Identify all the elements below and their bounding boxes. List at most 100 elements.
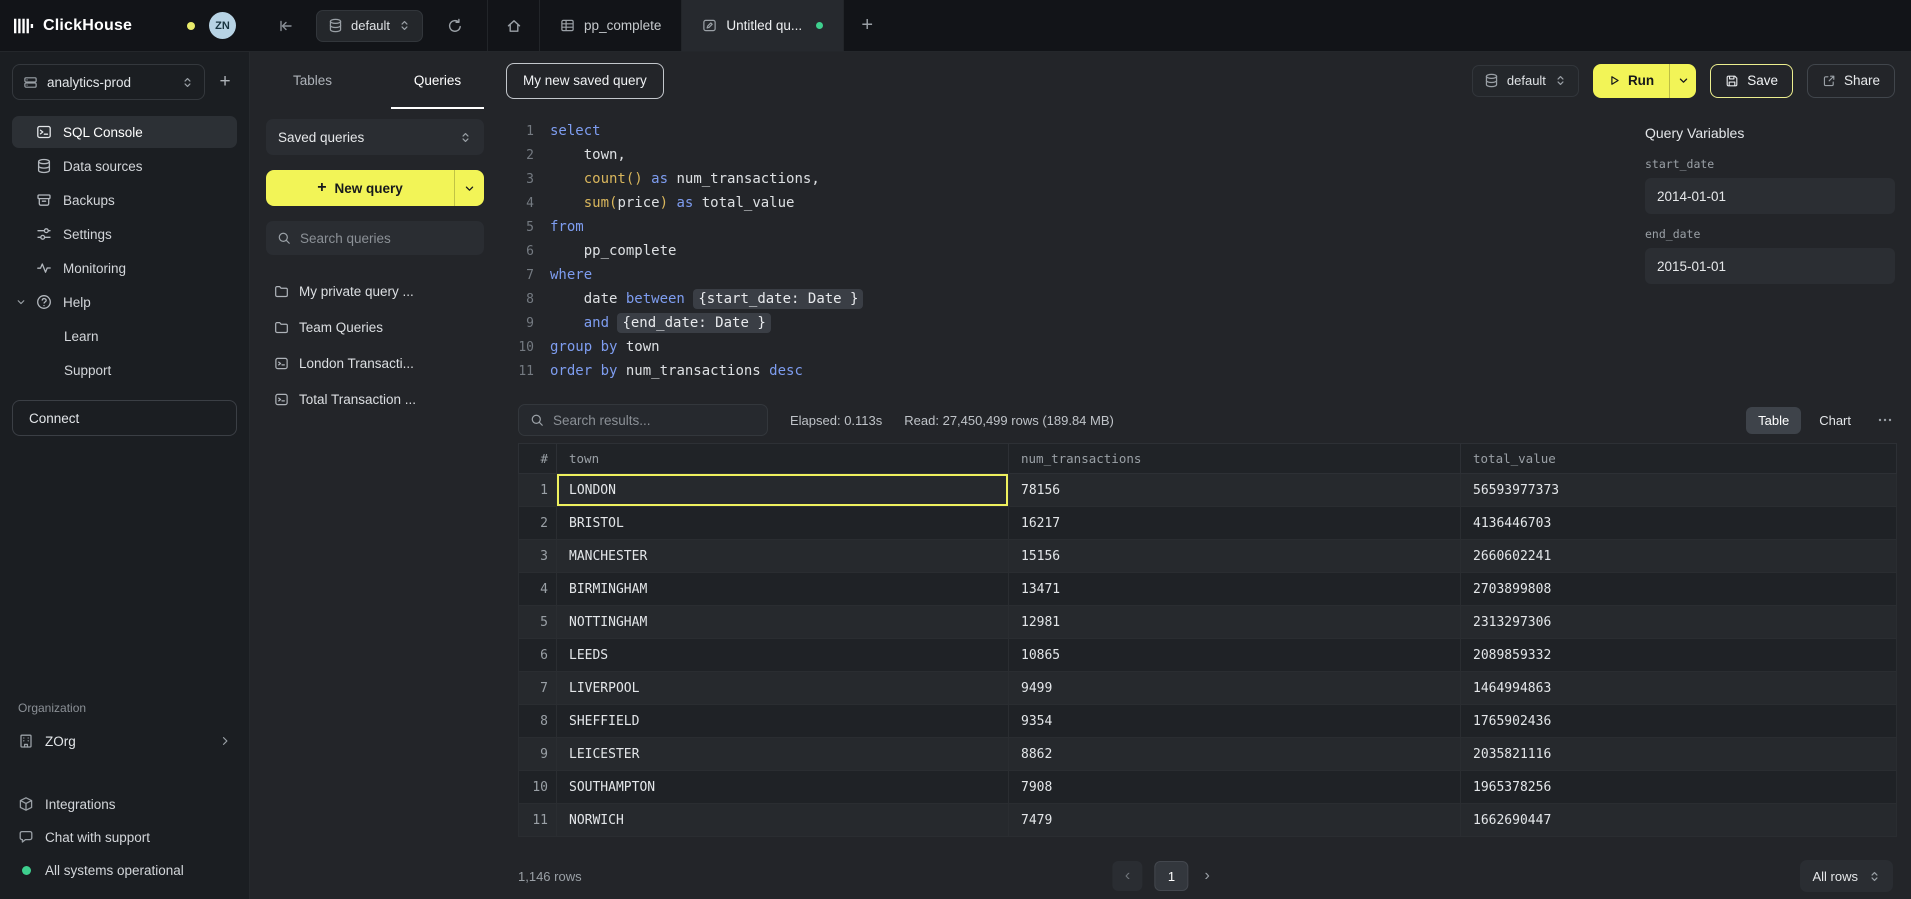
cell-num_transactions[interactable]: 7908 <box>1009 771 1461 804</box>
sidebar-item-monitoring[interactable]: Monitoring <box>12 252 237 284</box>
cell-num_transactions[interactable]: 7479 <box>1009 804 1461 837</box>
connect-button[interactable]: Connect <box>12 400 237 436</box>
cell-town[interactable]: BRISTOL <box>557 507 1009 540</box>
tab-queries[interactable]: Queries <box>375 52 500 109</box>
view-chart-button[interactable]: Chart <box>1807 407 1863 434</box>
list-item-query[interactable]: Total Transaction ... <box>266 382 484 416</box>
chevron-down-icon[interactable] <box>16 297 26 307</box>
run-options-button[interactable] <box>1669 64 1696 98</box>
cell-total_value[interactable]: 1464994863 <box>1461 672 1897 705</box>
view-table-button[interactable]: Table <box>1746 407 1801 434</box>
tab-pp-complete[interactable]: pp_complete <box>539 0 681 51</box>
cell-total_value[interactable]: 2313297306 <box>1461 606 1897 639</box>
cell-town[interactable]: LIVERPOOL <box>557 672 1009 705</box>
end-date-input[interactable] <box>1645 248 1895 284</box>
more-options-icon[interactable] <box>1877 412 1893 428</box>
list-item-query[interactable]: London Transacti... <box>266 346 484 380</box>
sidebar-item-sql-console[interactable]: SQL Console <box>12 116 237 148</box>
column-header-total-value[interactable]: total_value <box>1461 444 1897 474</box>
saved-queries-filter[interactable]: Saved queries <box>266 119 484 155</box>
cell-town[interactable]: LEEDS <box>557 639 1009 672</box>
list-item-folder[interactable]: My private query ... <box>266 274 484 308</box>
cell-num_transactions[interactable]: 15156 <box>1009 540 1461 573</box>
organization-selector[interactable]: ZOrg <box>12 725 237 757</box>
code-line[interactable]: 6 pp_complete <box>506 239 1629 263</box>
code-line[interactable]: 4 sum(price) as total_value <box>506 191 1629 215</box>
column-header-index[interactable]: # <box>519 444 557 474</box>
code-line[interactable]: 2 town, <box>506 143 1629 167</box>
code-line[interactable]: 9 and {end_date: Date } <box>506 311 1629 335</box>
cell-num_transactions[interactable]: 10865 <box>1009 639 1461 672</box>
code-line[interactable]: 3 count() as num_transactions, <box>506 167 1629 191</box>
cell-town[interactable]: NOTTINGHAM <box>557 606 1009 639</box>
cell-num_transactions[interactable]: 8862 <box>1009 738 1461 771</box>
save-button[interactable]: Save <box>1710 64 1793 98</box>
search-results-input[interactable] <box>553 413 756 428</box>
system-status[interactable]: All systems operational <box>12 855 237 885</box>
cell-num_transactions[interactable]: 16217 <box>1009 507 1461 540</box>
column-header-num-transactions[interactable]: num_transactions <box>1009 444 1461 474</box>
cell-town[interactable]: MANCHESTER <box>557 540 1009 573</box>
cell-total_value[interactable]: 1662690447 <box>1461 804 1897 837</box>
sidebar-item-integrations[interactable]: Integrations <box>12 789 237 819</box>
cell-total_value[interactable]: 2703899808 <box>1461 573 1897 606</box>
cell-num_transactions[interactable]: 78156 <box>1009 474 1461 507</box>
service-selector[interactable]: analytics-prod <box>12 64 205 100</box>
sidebar-item-chat-support[interactable]: Chat with support <box>12 822 237 852</box>
refresh-icon[interactable] <box>447 18 463 34</box>
cell-town[interactable]: BIRMINGHAM <box>557 573 1009 606</box>
next-page-button[interactable]: › <box>1200 867 1213 885</box>
cell-total_value[interactable]: 1765902436 <box>1461 705 1897 738</box>
query-title[interactable]: My new saved query <box>506 63 664 99</box>
search-results-box[interactable] <box>518 404 768 436</box>
database-selector[interactable]: default <box>316 10 423 42</box>
new-tab-button[interactable]: + <box>844 0 890 51</box>
code-line[interactable]: 1select <box>506 119 1629 143</box>
share-button[interactable]: Share <box>1807 64 1895 98</box>
code-line[interactable]: 11order by num_transactions desc <box>506 359 1629 383</box>
tab-untitled-query[interactable]: Untitled qu... <box>681 0 844 51</box>
run-button[interactable]: Run <box>1593 64 1669 98</box>
sidebar-item-data-sources[interactable]: Data sources <box>12 150 237 182</box>
add-service-button[interactable]: + <box>213 71 237 93</box>
new-query-options-button[interactable] <box>454 170 484 206</box>
cell-town[interactable]: LONDON <box>557 474 1009 507</box>
sidebar-item-support[interactable]: Support <box>12 354 237 386</box>
column-header-town[interactable]: town <box>557 444 1009 474</box>
sidebar-item-help[interactable]: Help <box>12 286 237 318</box>
cell-town[interactable]: LEICESTER <box>557 738 1009 771</box>
rows-filter-select[interactable]: All rows <box>1800 860 1893 892</box>
current-page[interactable]: 1 <box>1154 861 1188 891</box>
user-avatar[interactable]: ZN <box>209 12 236 39</box>
cell-num_transactions[interactable]: 13471 <box>1009 573 1461 606</box>
sidebar-item-backups[interactable]: Backups <box>12 184 237 216</box>
code-line[interactable]: 8 date between {start_date: Date } <box>506 287 1629 311</box>
cell-total_value[interactable]: 2035821116 <box>1461 738 1897 771</box>
cell-town[interactable]: SOUTHAMPTON <box>557 771 1009 804</box>
code-line[interactable]: 10group by town <box>506 335 1629 359</box>
cell-total_value[interactable]: 2089859332 <box>1461 639 1897 672</box>
tab-tables[interactable]: Tables <box>250 52 375 109</box>
cell-town[interactable]: SHEFFIELD <box>557 705 1009 738</box>
back-icon[interactable] <box>278 18 294 34</box>
cell-total_value[interactable]: 56593977373 <box>1461 474 1897 507</box>
start-date-input[interactable] <box>1645 178 1895 214</box>
code-line[interactable]: 7where <box>506 263 1629 287</box>
sidebar-item-learn[interactable]: Learn <box>12 320 237 352</box>
cell-num_transactions[interactable]: 12981 <box>1009 606 1461 639</box>
editor-database-selector[interactable]: default <box>1472 65 1579 97</box>
cell-total_value[interactable]: 1965378256 <box>1461 771 1897 804</box>
sql-editor[interactable]: 1select2 town,3 count() as num_transacti… <box>500 109 1629 399</box>
cell-town[interactable]: NORWICH <box>557 804 1009 837</box>
cell-total_value[interactable]: 4136446703 <box>1461 507 1897 540</box>
cell-num_transactions[interactable]: 9354 <box>1009 705 1461 738</box>
new-query-button[interactable]: + New query <box>266 170 454 206</box>
search-queries-box[interactable] <box>266 221 484 255</box>
cell-num_transactions[interactable]: 9499 <box>1009 672 1461 705</box>
search-queries-input[interactable] <box>300 231 473 246</box>
code-line[interactable]: 5from <box>506 215 1629 239</box>
list-item-folder[interactable]: Team Queries <box>266 310 484 344</box>
sidebar-item-settings[interactable]: Settings <box>12 218 237 250</box>
home-button[interactable] <box>487 0 539 51</box>
clickhouse-logo[interactable]: ClickHouse <box>14 17 132 35</box>
